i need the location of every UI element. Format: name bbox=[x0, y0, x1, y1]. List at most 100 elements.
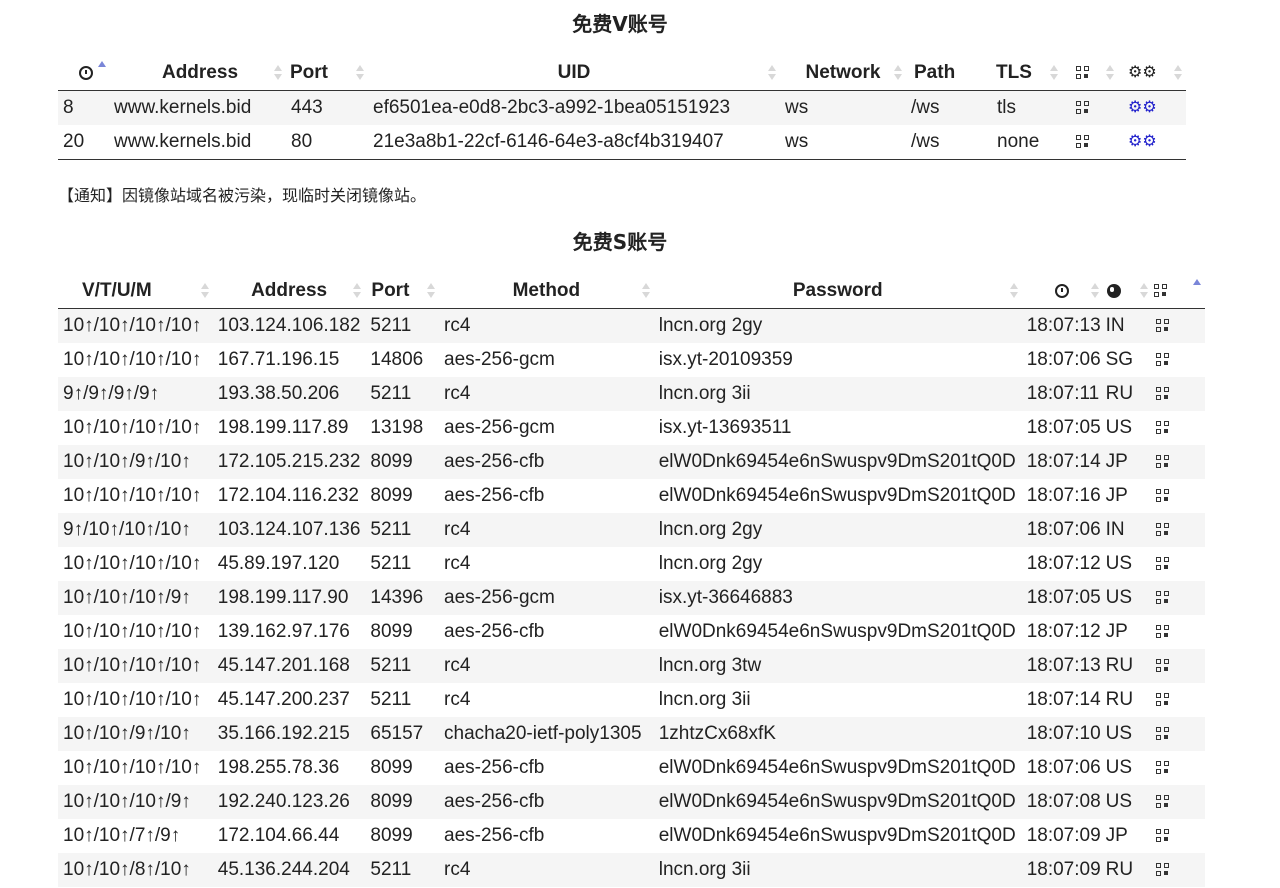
v-header-row: Address Port UID Network Path TLS ⚙⚙ bbox=[58, 56, 1186, 91]
s-col-method-header[interactable]: Method bbox=[439, 274, 654, 309]
s-time: 18:07:06 bbox=[1021, 343, 1103, 377]
s-password: lncn.org 3tw bbox=[653, 649, 1022, 683]
s-address: 35.166.192.215 bbox=[212, 717, 366, 751]
s-col-qr-header[interactable] bbox=[1152, 274, 1205, 309]
s-address: 103.124.106.182 bbox=[212, 308, 366, 343]
s-time: 18:07:13 bbox=[1021, 308, 1103, 343]
s-col-port-header[interactable]: Port bbox=[365, 274, 439, 309]
qrcode-icon[interactable] bbox=[1156, 761, 1170, 775]
v-col-count-header[interactable] bbox=[58, 56, 114, 91]
table-row: 8 www.kernels.bid 443 ef6501ea-e0d8-2bc3… bbox=[58, 90, 1186, 125]
s-qr-cell[interactable] bbox=[1152, 615, 1205, 649]
s-time: 18:07:10 bbox=[1021, 717, 1103, 751]
qrcode-icon[interactable] bbox=[1156, 421, 1170, 435]
s-qr-cell[interactable] bbox=[1152, 513, 1205, 547]
s-password: lncn.org 2gy bbox=[653, 513, 1022, 547]
s-password: lncn.org 2gy bbox=[653, 547, 1022, 581]
v-config-cell[interactable]: ⚙⚙ bbox=[1118, 125, 1186, 160]
s-address: 198.255.78.36 bbox=[212, 751, 366, 785]
qrcode-icon[interactable] bbox=[1156, 625, 1170, 639]
s-col-time-header[interactable] bbox=[1022, 274, 1103, 309]
s-port: 8099 bbox=[365, 819, 439, 853]
s-qr-cell[interactable] bbox=[1152, 308, 1205, 343]
v-accounts-title: 免费V账号 bbox=[572, 12, 668, 36]
s-qr-cell[interactable] bbox=[1152, 819, 1205, 853]
s-qr-cell[interactable] bbox=[1152, 547, 1205, 581]
s-vtum: 10↑/10↑/10↑/10↑ bbox=[58, 683, 213, 717]
s-qr-cell[interactable] bbox=[1152, 343, 1205, 377]
s-password: isx.yt-13693511 bbox=[653, 411, 1022, 445]
s-password: elW0Dnk69454e6nSwuspv9DmS201tQ0D bbox=[653, 479, 1022, 513]
v-col-config-header[interactable]: ⚙⚙ bbox=[1118, 56, 1186, 91]
v-col-address-header[interactable]: Address bbox=[114, 56, 286, 91]
qrcode-icon[interactable] bbox=[1156, 829, 1170, 843]
qrcode-icon[interactable] bbox=[1156, 693, 1170, 707]
s-time: 18:07:05 bbox=[1021, 581, 1103, 615]
table-row: 20 www.kernels.bid 80 21e3a8b1-22cf-6146… bbox=[58, 125, 1186, 160]
v-col-path-header[interactable]: Path bbox=[906, 56, 992, 91]
s-qr-cell[interactable] bbox=[1152, 717, 1205, 751]
s-qr-cell[interactable] bbox=[1152, 411, 1205, 445]
qrcode-icon[interactable] bbox=[1156, 591, 1170, 605]
s-time: 18:07:08 bbox=[1021, 785, 1103, 819]
s-col-vtum-header[interactable]: V/T/U/M bbox=[58, 274, 213, 309]
v-col-port-header[interactable]: Port bbox=[286, 56, 368, 91]
table-row: 10↑/10↑/10↑/10↑ 45.147.200.237 5211 rc4 lncn… bbox=[58, 683, 1205, 717]
table-row: 10↑/10↑/10↑/10↑ 45.89.197.120 5211 rc4 lncn.… bbox=[58, 547, 1205, 581]
qrcode-icon[interactable] bbox=[1156, 727, 1170, 741]
qrcode-icon[interactable] bbox=[1076, 101, 1089, 115]
s-password: isx.yt-36646883 bbox=[653, 581, 1022, 615]
qrcode-icon[interactable] bbox=[1156, 523, 1170, 537]
v-address: www.kernels.bid bbox=[114, 125, 286, 160]
qrcode-icon[interactable] bbox=[1156, 319, 1170, 333]
table-row: 10↑/10↑/10↑/10↑ 139.162.97.176 8099 aes-256… bbox=[58, 615, 1205, 649]
s-country: US bbox=[1102, 581, 1153, 615]
s-qr-cell[interactable] bbox=[1152, 785, 1205, 819]
s-col-password-header[interactable]: Password bbox=[654, 274, 1022, 309]
qrcode-icon[interactable] bbox=[1076, 135, 1089, 149]
v-tls: none bbox=[992, 125, 1062, 160]
s-port: 14396 bbox=[365, 581, 439, 615]
s-accounts-title: 免费S账号 bbox=[572, 230, 668, 254]
qrcode-icon[interactable] bbox=[1156, 863, 1170, 877]
s-qr-cell[interactable] bbox=[1152, 853, 1205, 887]
s-qr-cell[interactable] bbox=[1152, 649, 1205, 683]
s-method: aes-256-gcm bbox=[439, 411, 654, 445]
s-qr-cell[interactable] bbox=[1152, 377, 1205, 411]
v-qr-cell[interactable] bbox=[1062, 125, 1118, 160]
s-time: 18:07:05 bbox=[1021, 411, 1103, 445]
qrcode-icon[interactable] bbox=[1156, 489, 1170, 503]
v-col-qr-header[interactable] bbox=[1062, 56, 1118, 91]
s-qr-cell[interactable] bbox=[1152, 445, 1205, 479]
s-col-address-header[interactable]: Address bbox=[213, 274, 366, 309]
qrcode-icon[interactable] bbox=[1156, 455, 1170, 469]
s-qr-cell[interactable] bbox=[1152, 479, 1205, 513]
s-vtum: 9↑/10↑/10↑/10↑ bbox=[58, 513, 213, 547]
qrcode-icon[interactable] bbox=[1156, 659, 1170, 673]
s-port: 13198 bbox=[365, 411, 439, 445]
gears-icon[interactable]: ⚙⚙ bbox=[1128, 99, 1157, 116]
v-col-tls-header[interactable]: TLS bbox=[992, 56, 1062, 91]
qrcode-icon bbox=[1076, 66, 1089, 80]
s-port: 5211 bbox=[365, 513, 439, 547]
s-country: RU bbox=[1102, 683, 1153, 717]
gears-icon: ⚙⚙ bbox=[1128, 63, 1157, 81]
v-qr-cell[interactable] bbox=[1062, 90, 1118, 125]
qrcode-icon[interactable] bbox=[1156, 795, 1170, 809]
sort-icon bbox=[1174, 64, 1182, 82]
s-qr-cell[interactable] bbox=[1152, 683, 1205, 717]
qrcode-icon[interactable] bbox=[1156, 387, 1170, 401]
s-qr-cell[interactable] bbox=[1152, 751, 1205, 785]
s-time: 18:07:14 bbox=[1021, 683, 1103, 717]
sort-icon bbox=[427, 282, 435, 300]
s-country: US bbox=[1102, 751, 1153, 785]
s-col-country-header[interactable] bbox=[1103, 274, 1152, 309]
qrcode-icon[interactable] bbox=[1156, 353, 1170, 367]
v-col-network-header[interactable]: Network bbox=[780, 56, 906, 91]
globe-icon bbox=[1106, 283, 1121, 298]
qrcode-icon[interactable] bbox=[1156, 557, 1170, 571]
s-qr-cell[interactable] bbox=[1152, 581, 1205, 615]
gears-icon[interactable]: ⚙⚙ bbox=[1128, 133, 1157, 150]
v-config-cell[interactable]: ⚙⚙ bbox=[1118, 90, 1186, 125]
v-col-uid-header[interactable]: UID bbox=[368, 56, 780, 91]
